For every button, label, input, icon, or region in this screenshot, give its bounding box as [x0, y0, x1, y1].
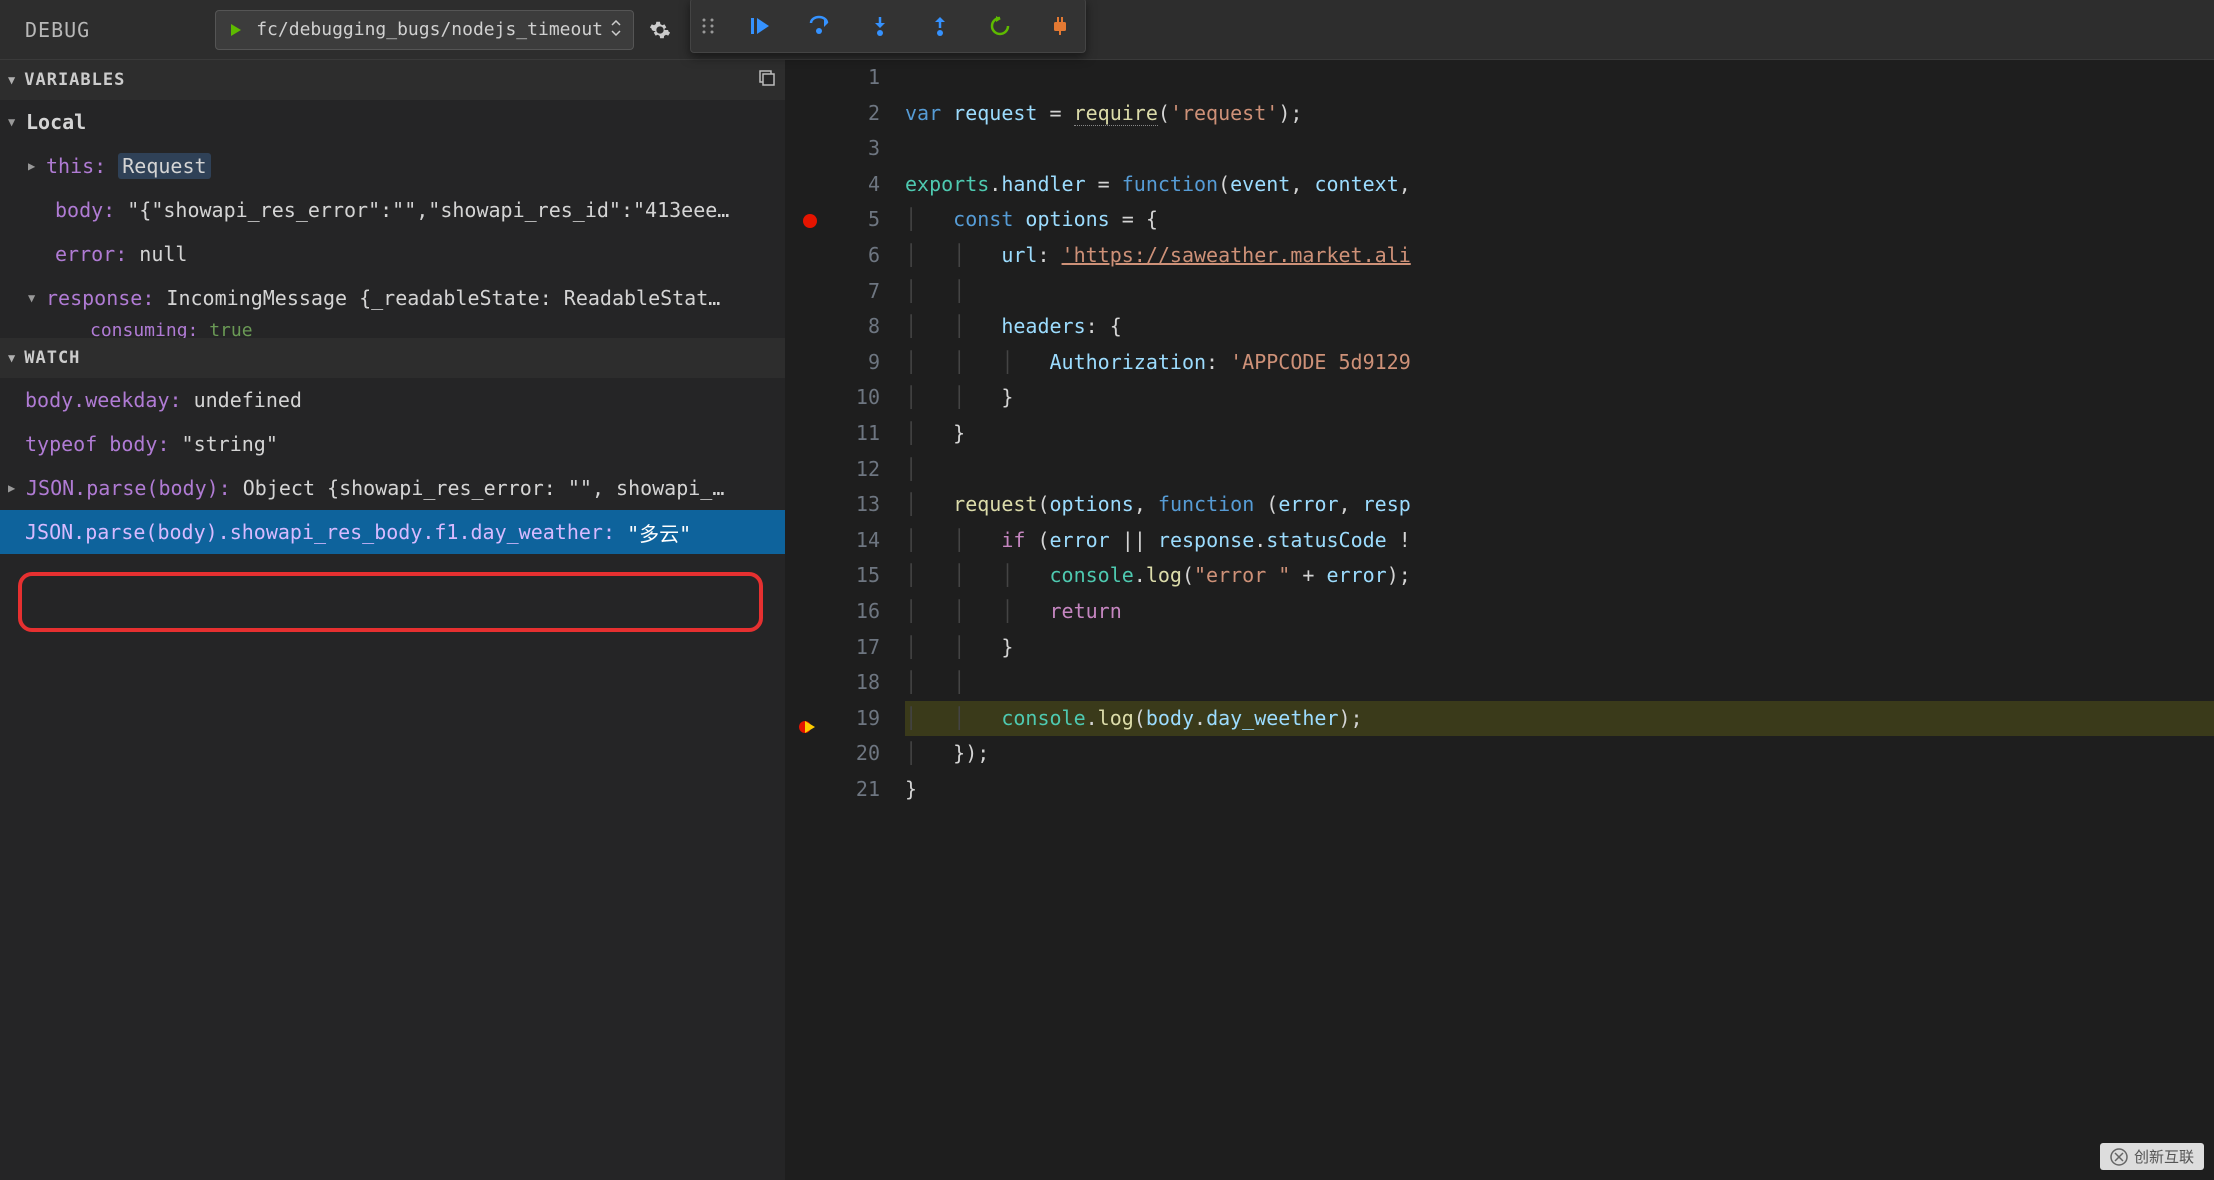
var-key: error: — [55, 242, 127, 266]
continue-button[interactable] — [745, 11, 775, 41]
var-value: IncomingMessage {_readableState: Readabl… — [166, 286, 720, 310]
var-value: null — [139, 242, 187, 266]
debug-header: DEBUG fc/debugging_bugs/nodejs_timeout — [0, 0, 2214, 60]
code-line: │ │ │ Authorization: 'APPCODE 5d9129 — [905, 345, 2214, 381]
step-into-button[interactable] — [865, 11, 895, 41]
line-number: 12 — [785, 452, 880, 488]
code-line: │ │ } — [905, 380, 2214, 416]
code-line: │ const options = { — [905, 202, 2214, 238]
code-line: │ │ │ return — [905, 594, 2214, 630]
code-line: │ — [905, 452, 2214, 488]
var-key: body: — [55, 198, 115, 222]
watch-title: WATCH — [24, 348, 80, 368]
chevron-right-icon: ▶ — [8, 481, 26, 495]
code-line: │ } — [905, 416, 2214, 452]
code-line: var request = require('request'); — [905, 96, 2214, 132]
line-number: 10 — [785, 380, 880, 416]
variables-tree: ▼ Local ▶ this: Request body: "{"showapi… — [0, 100, 785, 338]
line-number: 2 — [785, 96, 880, 132]
code-line: } — [905, 772, 2214, 808]
collapse-icon: ▼ — [8, 73, 16, 87]
code-line: │ request(options, function (error, resp — [905, 487, 2214, 523]
debug-toolbar — [690, 0, 1086, 53]
var-consuming[interactable]: consuming: true — [0, 320, 785, 338]
var-error[interactable]: error: null — [0, 232, 785, 276]
line-number: 21 — [785, 772, 880, 808]
step-out-button[interactable] — [925, 11, 955, 41]
breakpoint-icon[interactable] — [803, 214, 817, 228]
var-key: response: — [46, 286, 154, 310]
code-line-current: │ │ console.log(body.day_weether); — [905, 701, 2214, 737]
variables-section-header[interactable]: ▼ VARIABLES — [0, 60, 785, 100]
watermark: 创新互联 — [2100, 1143, 2204, 1170]
var-value: Request — [118, 153, 210, 179]
watch-item[interactable]: ▶ JSON.parse(body): Object {showapi_res_… — [0, 466, 785, 510]
line-number: 19 — [785, 701, 880, 737]
watch-section-header[interactable]: ▼ WATCH — [0, 338, 785, 378]
watch-item[interactable]: body.weekday: undefined — [0, 378, 785, 422]
collapse-icon: ▼ — [8, 351, 16, 365]
var-response[interactable]: ▼ response: IncomingMessage {_readableSt… — [0, 276, 785, 320]
code-line: exports.handler = function(event, contex… — [905, 167, 2214, 203]
line-number: 7 — [785, 274, 880, 310]
code-line: │ │ │ console.log("error " + error); — [905, 558, 2214, 594]
line-number: 5 — [785, 202, 880, 238]
code-line: │ │ url: 'https://saweather.market.ali — [905, 238, 2214, 274]
code-line: │ │ if (error || response.statusCode ! — [905, 523, 2214, 559]
code-line — [905, 131, 2214, 167]
variables-title: VARIABLES — [24, 70, 125, 90]
chevron-updown-icon[interactable] — [611, 20, 621, 40]
gutter: 1 2 3 4 5 6 7 8 9 10 11 12 13 14 15 16 1… — [785, 60, 905, 1180]
disconnect-button[interactable] — [1045, 11, 1075, 41]
chevron-right-icon: ▶ — [28, 159, 46, 173]
line-number: 14 — [785, 523, 880, 559]
debug-label: DEBUG — [0, 18, 115, 42]
chevron-down-icon: ▼ — [28, 291, 46, 305]
editor[interactable]: 1 2 3 4 5 6 7 8 9 10 11 12 13 14 15 16 1… — [785, 60, 2214, 1180]
line-number: 20 — [785, 736, 880, 772]
line-number: 18 — [785, 665, 880, 701]
start-debug-icon[interactable] — [228, 22, 244, 38]
code-line: │ │ — [905, 665, 2214, 701]
watch-item[interactable]: typeof body: "string" — [0, 422, 785, 466]
scope-label: Local — [26, 110, 86, 134]
scope-local[interactable]: ▼ Local — [0, 100, 785, 144]
code-line: │ │ } — [905, 630, 2214, 666]
var-body[interactable]: body: "{"showapi_res_error":"","showapi_… — [0, 188, 785, 232]
line-number: 16 — [785, 594, 880, 630]
watch-item-selected[interactable]: JSON.parse(body).showapi_res_body.f1.day… — [0, 510, 785, 554]
collapse-all-icon[interactable] — [757, 68, 777, 93]
code-line: │ }); — [905, 736, 2214, 772]
config-name: fc/debugging_bugs/nodejs_timeout — [256, 19, 603, 40]
var-this[interactable]: ▶ this: Request — [0, 144, 785, 188]
line-number: 9 — [785, 345, 880, 381]
drag-handle-icon[interactable] — [701, 16, 715, 36]
line-number: 1 — [785, 60, 880, 96]
gear-icon[interactable] — [649, 19, 671, 41]
watch-tree: body.weekday: undefined typeof body: "st… — [0, 378, 785, 554]
var-key: this: — [46, 154, 106, 178]
annotation-highlight — [18, 572, 763, 632]
line-number: 4 — [785, 167, 880, 203]
code-area[interactable]: var request = require('request'); export… — [905, 60, 2214, 1180]
code-line — [905, 60, 2214, 96]
var-value: "{"showapi_res_error":"","showapi_res_id… — [127, 198, 729, 222]
line-number: 3 — [785, 131, 880, 167]
chevron-down-icon: ▼ — [8, 115, 26, 129]
line-number: 6 — [785, 238, 880, 274]
line-number: 8 — [785, 309, 880, 345]
code-line: │ │ headers: { — [905, 309, 2214, 345]
line-number: 17 — [785, 630, 880, 666]
code-line: │ │ — [905, 274, 2214, 310]
line-number: 11 — [785, 416, 880, 452]
debug-sidebar: ▼ VARIABLES ▼ Local ▶ this: Request body… — [0, 60, 785, 1180]
restart-button[interactable] — [985, 11, 1015, 41]
step-over-button[interactable] — [805, 11, 835, 41]
line-number: 15 — [785, 558, 880, 594]
launch-config-selector[interactable]: fc/debugging_bugs/nodejs_timeout — [215, 10, 634, 50]
line-number: 13 — [785, 487, 880, 523]
